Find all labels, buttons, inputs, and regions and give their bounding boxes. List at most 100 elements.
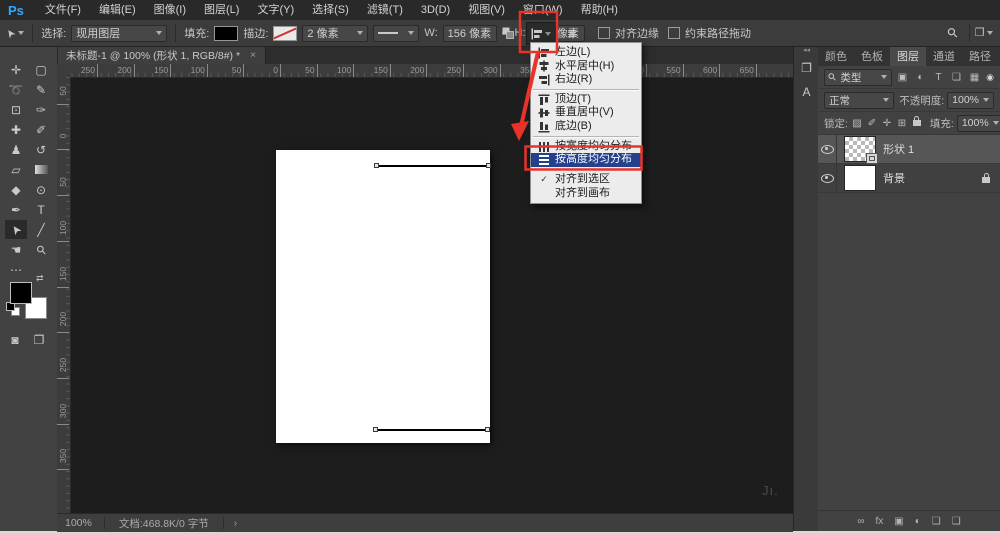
character-styles-panel-icon[interactable]: A (794, 80, 819, 104)
close-icon[interactable]: × (250, 49, 256, 61)
shape-layer-filter-icon[interactable]: ❏ (949, 72, 964, 83)
fill-opacity-dropdown[interactable]: 100% (957, 115, 1000, 132)
menubar-item[interactable]: 3D(D) (412, 0, 459, 20)
swap-colors-icon[interactable]: ⇄ (36, 273, 44, 284)
lock-transparency-icon[interactable]: ▨ (851, 118, 863, 129)
brush-tool[interactable]: ✐ (30, 120, 52, 139)
more-tools-button[interactable]: ⋯ (5, 260, 27, 279)
marquee-tool[interactable]: ▢ (30, 60, 52, 79)
panel-tab-颜色[interactable]: 颜色 (818, 46, 854, 66)
dodge-tool[interactable]: ⊙ (30, 180, 52, 199)
gradient-tool[interactable] (30, 160, 52, 179)
swatches-panel-icon[interactable]: ❐ (794, 56, 819, 80)
foreground-color-swatch[interactable] (10, 282, 32, 304)
healing-brush-tool[interactable]: ✚ (5, 120, 27, 139)
ruler-origin-corner[interactable] (57, 64, 71, 78)
horizontal-ruler[interactable]: 2502001501005005010015020025030035040045… (70, 64, 793, 78)
menu-item-底边(B)[interactable]: 底边(B) (531, 120, 641, 134)
menu-item-按宽度均匀分布[interactable]: 按宽度均匀分布 (531, 140, 641, 154)
new-layer-icon[interactable]: ❑ (952, 516, 961, 527)
type-layer-filter-icon[interactable]: T (931, 72, 946, 83)
menubar-item[interactable]: 帮助(H) (572, 0, 627, 20)
panel-tab-色板[interactable]: 色板 (854, 46, 890, 66)
stroke-color-swatch[interactable] (273, 26, 297, 41)
blur-tool[interactable]: ◆ (5, 180, 27, 199)
move-tool[interactable]: ✛ (5, 60, 27, 79)
layer-row-背景[interactable]: 背景 (818, 164, 1000, 193)
current-tool-icon[interactable]: ➤ (6, 27, 24, 40)
filter-pin-icon[interactable]: ◉ (986, 72, 994, 83)
layer-thumbnail[interactable] (844, 165, 876, 191)
layer-visibility-toggle[interactable] (818, 164, 837, 192)
zoom-tool[interactable]: ⚲ (30, 240, 52, 259)
layer-filter-type-dropdown[interactable]: ⚲ 类型 (824, 69, 892, 86)
new-group-icon[interactable]: ❏ (932, 516, 941, 527)
panel-tab-通道[interactable]: 通道 (926, 46, 962, 66)
layer-mask-icon[interactable]: ▣ (894, 516, 903, 527)
menubar-item[interactable]: 窗口(W) (514, 0, 572, 20)
quick-selection-tool[interactable]: ✎ (30, 80, 52, 99)
lock-artboard-icon[interactable]: ⊞ (896, 118, 908, 129)
line-shape-top[interactable] (377, 165, 489, 167)
anchor-point[interactable] (374, 163, 379, 168)
menubar-item[interactable]: 文字(Y) (248, 0, 303, 20)
menu-item-垂直居中(V)[interactable]: 垂直居中(V) (531, 106, 641, 120)
document-tab[interactable]: 未标题-1 @ 100% (形状 1, RGB/8#) * × (57, 46, 266, 64)
menubar-item[interactable]: 选择(S) (303, 0, 358, 20)
panel-tab-路径[interactable]: 路径 (962, 46, 998, 66)
lock-all-icon[interactable] (913, 120, 921, 126)
opacity-dropdown[interactable]: 100% (947, 92, 994, 109)
menu-item-顶边(T)[interactable]: 顶边(T) (531, 93, 641, 107)
menubar-item[interactable]: 文件(F) (36, 0, 90, 20)
search-button[interactable]: ⚲ (942, 22, 964, 43)
shape-width-input[interactable]: 156 像素 (443, 25, 497, 42)
vertical-ruler[interactable]: 10050050100150200250300350 (57, 77, 71, 513)
stroke-width-dropdown[interactable]: 2 像素 (302, 25, 368, 42)
blend-mode-dropdown[interactable]: 正常 (824, 92, 894, 109)
menubar-item[interactable]: 图像(I) (145, 0, 195, 20)
path-arrangement-button[interactable]: ≣ (560, 22, 584, 43)
menu-item-按高度均匀分布[interactable]: 按高度均匀分布 (531, 153, 641, 167)
status-expand-icon[interactable]: › (224, 517, 248, 529)
workspace-switcher-button[interactable]: ❐ (970, 22, 998, 43)
quick-mask-button[interactable]: ◙ (4, 330, 26, 349)
layer-style-icon[interactable]: fx (875, 516, 883, 527)
menubar-item[interactable]: 编辑(E) (90, 0, 145, 20)
line-shape-bottom[interactable] (376, 429, 488, 431)
pixel-layer-filter-icon[interactable]: ▣ (895, 72, 910, 83)
layer-thumbnail[interactable] (844, 136, 876, 162)
stroke-style-dropdown[interactable] (373, 25, 419, 42)
collapse-panels-icon[interactable]: ◂◂ (794, 46, 819, 56)
layer-visibility-toggle[interactable] (818, 135, 837, 163)
lasso-tool[interactable]: ➰ (5, 80, 27, 99)
menu-item-左边(L)[interactable]: 左边(L) (531, 46, 641, 60)
anchor-point[interactable] (485, 427, 490, 432)
pen-tool[interactable]: ✒ (5, 200, 27, 219)
canvas-area[interactable]: Jı. (70, 77, 793, 513)
anchor-point[interactable] (373, 427, 378, 432)
hand-tool[interactable]: ☚ (5, 240, 27, 259)
fill-color-swatch[interactable] (214, 26, 238, 41)
eraser-tool[interactable]: ▱ (5, 160, 27, 179)
lock-position-icon[interactable]: ✛ (881, 118, 893, 129)
menubar-item[interactable]: 图层(L) (195, 0, 248, 20)
path-operations-button[interactable] (496, 22, 520, 43)
crop-tool[interactable]: ⊡ (5, 100, 27, 119)
history-brush-tool[interactable]: ↺ (30, 140, 52, 159)
path-selection-tool[interactable]: ➤ (5, 220, 27, 239)
select-mode-dropdown[interactable]: 现用图层 (71, 25, 167, 42)
anchor-point[interactable] (486, 163, 491, 168)
eyedropper-tool[interactable]: ✑ (30, 100, 52, 119)
line-tool[interactable]: ╱ (30, 220, 52, 239)
document-canvas[interactable] (276, 150, 490, 443)
smart-object-filter-icon[interactable]: ▦ (967, 72, 982, 83)
zoom-level-field[interactable]: 100% (57, 517, 104, 529)
lock-paint-icon[interactable]: ✐ (866, 118, 878, 129)
constrain-path-drag-checkbox[interactable]: 约束路径拖动 (668, 20, 751, 46)
menu-item-右边(R)[interactable]: 右边(R) (531, 73, 641, 87)
menubar-item[interactable]: 滤镜(T) (358, 0, 412, 20)
menu-item-对齐到画布[interactable]: 对齐到画布 (531, 187, 641, 201)
menu-item-水平居中(H)[interactable]: 水平居中(H) (531, 60, 641, 74)
menu-item-对齐到选区[interactable]: ✓对齐到选区 (531, 173, 641, 187)
layer-row-形状 1[interactable]: 形状 1 (818, 135, 1000, 164)
